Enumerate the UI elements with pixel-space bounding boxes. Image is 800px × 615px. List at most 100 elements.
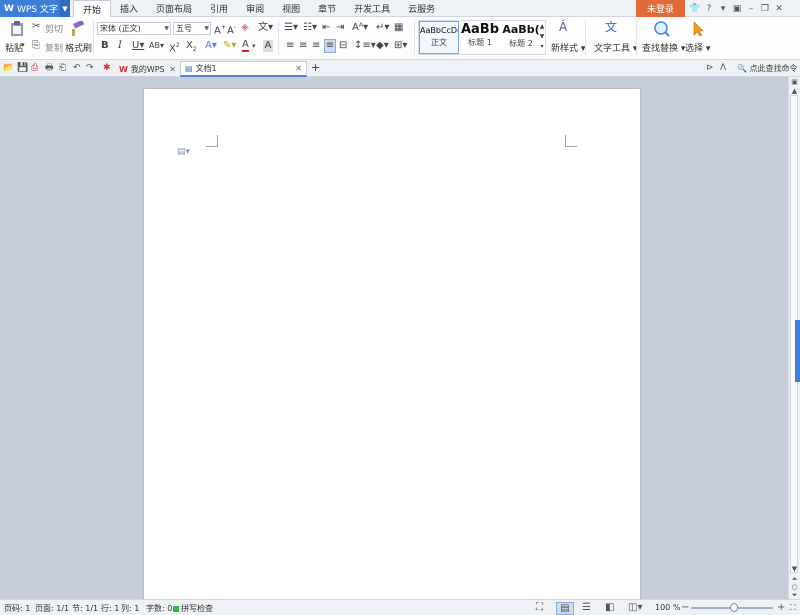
tab-home[interactable]: 开始 xyxy=(73,0,112,18)
distribute-icon[interactable]: ⊟ xyxy=(339,40,347,52)
tab-chapter[interactable]: 章节 xyxy=(309,0,345,17)
tab-review[interactable]: 审阅 xyxy=(237,0,273,17)
help-icon[interactable]: ? xyxy=(702,4,716,14)
tab-references[interactable]: 引用 xyxy=(201,0,237,17)
status-column[interactable]: 列: 1 xyxy=(121,603,139,614)
subscript-icon[interactable]: X2 xyxy=(186,40,197,56)
spell-check-toggle[interactable]: 拼写检查 xyxy=(173,603,213,614)
tab-cloud[interactable]: 云服务 xyxy=(399,0,444,17)
paste-icon[interactable] xyxy=(8,21,26,37)
text-effect-icon[interactable]: A▾ xyxy=(205,40,217,52)
search-command-box[interactable]: 🔍 点此查找命令 xyxy=(737,63,798,74)
outline-view-icon[interactable]: ☰ xyxy=(582,602,591,613)
redo-icon[interactable]: ↷ xyxy=(86,63,94,74)
font-name-combo[interactable]: 宋体 (正文) ▼ xyxy=(97,22,171,35)
table-icon[interactable]: ▦ xyxy=(394,22,403,34)
zoom-in-icon[interactable]: + xyxy=(777,602,785,613)
chevron-down-icon[interactable]: ▾ xyxy=(252,40,256,52)
underline-icon[interactable]: U▾ xyxy=(132,40,144,52)
chevron-down-icon[interactable]: ▾ xyxy=(716,4,730,14)
status-page-number[interactable]: 页码: 1 xyxy=(4,603,30,614)
save-icon[interactable]: 💾 xyxy=(17,63,28,74)
focus-mode-icon[interactable]: ⛶ xyxy=(536,602,543,613)
numbering-icon[interactable]: ☷▾ xyxy=(303,22,317,34)
borders-icon[interactable]: ⊞▾ xyxy=(394,40,407,52)
bold-icon[interactable]: B xyxy=(101,40,109,52)
restore-ribbon-icon[interactable]: ▣ xyxy=(730,4,744,14)
chevron-down-icon[interactable]: ▾ xyxy=(21,41,25,49)
align-right-icon[interactable]: ≡ xyxy=(312,40,320,52)
clear-format-icon[interactable]: ◈ xyxy=(241,22,249,34)
style-normal[interactable]: AaBbCcDd 正文 xyxy=(419,21,459,54)
skin-icon[interactable]: 👕 xyxy=(688,4,702,14)
font-color-icon[interactable]: A xyxy=(242,40,249,52)
strikethrough-icon[interactable]: AB▾ xyxy=(149,40,164,52)
format-painter-icon[interactable] xyxy=(68,19,86,37)
zoom-level[interactable]: 100 % xyxy=(655,603,680,612)
gallery-more-icon[interactable]: ▾ xyxy=(538,41,546,53)
style-heading-1[interactable]: AaBb 标题 1 xyxy=(460,21,500,54)
status-row[interactable]: 行: 1 xyxy=(101,603,119,614)
text-tools-button[interactable]: 文字工具 ▾ xyxy=(594,41,637,54)
maximize-icon[interactable]: ❐ xyxy=(758,4,772,14)
justify-icon[interactable]: ≡ xyxy=(324,39,336,53)
italic-icon[interactable]: I xyxy=(118,40,122,52)
status-pages[interactable]: 页面: 1/1 xyxy=(35,603,69,614)
align-center-icon[interactable]: ≡ xyxy=(299,40,307,52)
paragraph-options-icon[interactable]: ▤▾ xyxy=(177,147,190,157)
new-tab-plus-icon[interactable]: + xyxy=(311,62,320,73)
close-icon[interactable]: ✕ xyxy=(772,4,786,14)
bullets-icon[interactable]: ☰▾ xyxy=(284,22,298,34)
close-icon[interactable]: ✕ xyxy=(295,64,302,73)
web-view-icon[interactable]: ◧ xyxy=(605,602,614,613)
cut-button[interactable]: 剪切 xyxy=(45,22,63,35)
scissors-icon[interactable]: ✂ xyxy=(32,21,40,33)
select-button[interactable]: 选择 ▾ xyxy=(685,41,710,54)
export-pdf-icon[interactable]: ⎙ xyxy=(31,63,38,74)
show-marks-icon[interactable]: ↵▾ xyxy=(376,22,389,34)
app-menu-button[interactable]: W WPS 文字 ▼ xyxy=(0,0,70,17)
zoom-out-icon[interactable]: − xyxy=(681,602,689,613)
increase-indent-icon[interactable]: ⇥ xyxy=(336,22,344,34)
reading-view-icon[interactable]: ◫▾ xyxy=(628,602,642,613)
scroll-down-icon[interactable]: ▼ xyxy=(789,564,800,574)
char-shading-icon[interactable]: A xyxy=(263,40,273,52)
new-style-icon[interactable]: Ǎ xyxy=(559,21,567,33)
login-button[interactable]: 未登录 xyxy=(636,0,685,17)
highlight-icon[interactable]: ✎▾ xyxy=(223,40,236,52)
zoom-slider-knob[interactable] xyxy=(730,603,738,612)
status-word-count[interactable]: 字数: 0 xyxy=(146,603,172,614)
decrease-indent-icon[interactable]: ⇤ xyxy=(322,22,330,34)
pin-icon[interactable]: ✱ xyxy=(103,63,111,74)
sidebar-toggle-icon[interactable]: ⊳ xyxy=(706,63,714,74)
print-icon[interactable]: 🖶 xyxy=(45,63,54,74)
line-spacing-icon[interactable]: ↕≡▾ xyxy=(354,40,376,52)
shading-icon[interactable]: ◆▾ xyxy=(376,40,389,52)
phonetic-guide-icon[interactable]: 文▾ xyxy=(258,22,273,34)
tab-developer[interactable]: 开发工具 xyxy=(345,0,399,17)
tab-insert[interactable]: 插入 xyxy=(111,0,147,17)
find-replace-button[interactable]: 查找替换 ▾ xyxy=(642,41,685,54)
collapse-icon[interactable]: ᐱ xyxy=(720,63,726,74)
style-heading-2[interactable]: AaBb( 标题 2 xyxy=(501,21,541,54)
tab-page-layout[interactable]: 页面布局 xyxy=(147,0,201,17)
side-panel-handle[interactable] xyxy=(795,320,800,382)
tab-view[interactable]: 视图 xyxy=(273,0,309,17)
copy-icon[interactable]: ⎘ xyxy=(32,40,40,52)
align-left-icon[interactable]: ≡ xyxy=(286,40,294,52)
doc-tab-document1[interactable]: ▤ 文档1 ✕ xyxy=(180,61,307,77)
new-style-button[interactable]: 新样式 ▾ xyxy=(551,41,585,54)
font-size-combo[interactable]: 五号 ▼ xyxy=(173,22,211,35)
cursor-icon[interactable] xyxy=(690,21,708,37)
change-case-icon[interactable]: Aᴬ▾ xyxy=(352,22,368,34)
fit-window-icon[interactable]: ⛶ xyxy=(790,602,796,613)
close-icon[interactable]: ✕ xyxy=(169,65,176,74)
doc-tab-my-wps[interactable]: W 我的WPS ✕ xyxy=(115,61,180,77)
grow-font-icon[interactable]: A+ xyxy=(214,22,226,37)
undo-icon[interactable]: ↶ xyxy=(73,63,81,74)
copy-button[interactable]: 复制 xyxy=(45,41,63,54)
format-painter-button[interactable]: 格式刷 xyxy=(65,41,92,54)
open-folder-icon[interactable]: 📂 xyxy=(3,63,14,74)
shrink-font-icon[interactable]: A- xyxy=(227,22,236,37)
print-preview-icon[interactable]: ⎗ xyxy=(59,63,66,74)
